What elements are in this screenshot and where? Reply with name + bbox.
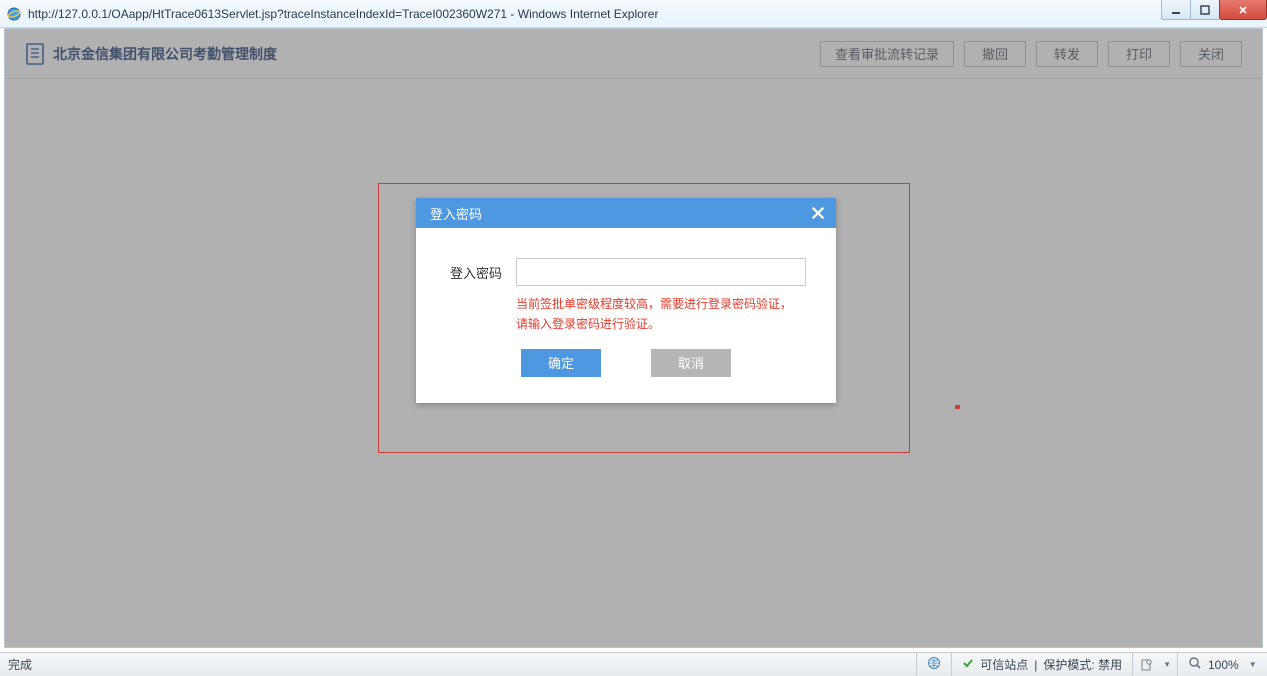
- page-icon: [1139, 658, 1153, 672]
- window-close-button[interactable]: [1219, 0, 1267, 20]
- window-minimize-button[interactable]: [1161, 0, 1191, 20]
- zoom-value: 100%: [1208, 658, 1239, 672]
- dialog-ok-button[interactable]: 确定: [521, 349, 601, 377]
- dialog-titlebar: 登入密码: [416, 198, 836, 228]
- status-tool1[interactable]: ▼: [1132, 653, 1177, 676]
- login-password-dialog: 登入密码 登入密码 当前签批单密级程度较高，需要进行登录密码验证， 请输入登录密…: [416, 198, 836, 403]
- password-label: 登入密码: [446, 263, 502, 282]
- chevron-down-icon: ▼: [1163, 660, 1171, 669]
- status-protected-text: 保护模式: 禁用: [1043, 656, 1122, 673]
- status-separator: |: [1034, 658, 1037, 672]
- window-title: http://127.0.0.1/OAapp/HtTrace0613Servle…: [28, 7, 658, 21]
- chevron-down-icon: ▼: [1249, 660, 1257, 669]
- zoom-icon: [1188, 656, 1202, 673]
- dialog-cancel-button[interactable]: 取消: [651, 349, 731, 377]
- status-done: 完成: [0, 656, 32, 673]
- statusbar: 完成 可信站点 | 保护模式: 禁用 ▼ 100% ▼: [0, 652, 1267, 676]
- globe-icon: [927, 656, 941, 673]
- status-internet-cell[interactable]: [916, 653, 951, 676]
- password-input[interactable]: [516, 258, 806, 286]
- annotation-dot: [955, 405, 960, 409]
- status-trusted-text: 可信站点: [980, 656, 1028, 673]
- dialog-hint-line1: 当前签批单密级程度较高，需要进行登录密码验证，: [516, 294, 806, 314]
- check-icon: [962, 657, 974, 672]
- window-maximize-button[interactable]: [1190, 0, 1220, 20]
- close-icon: [810, 205, 826, 221]
- dialog-close-button[interactable]: [810, 205, 826, 221]
- ie-logo-icon: [6, 6, 22, 22]
- dialog-hint-line2: 请输入登录密码进行验证。: [516, 314, 806, 334]
- status-trusted-cell[interactable]: 可信站点 | 保护模式: 禁用: [951, 653, 1132, 676]
- window-titlebar: http://127.0.0.1/OAapp/HtTrace0613Servle…: [0, 0, 1267, 28]
- dialog-title: 登入密码: [430, 204, 482, 223]
- status-zoom-cell[interactable]: 100% ▼: [1177, 653, 1267, 676]
- dialog-hint: 当前签批单密级程度较高，需要进行登录密码验证， 请输入登录密码进行验证。: [516, 294, 806, 335]
